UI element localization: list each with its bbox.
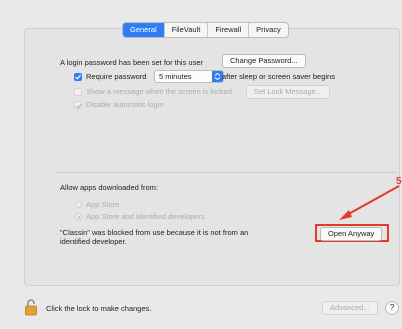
blocked-app-message: "Classin" was blocked from use because i… xyxy=(60,228,249,246)
require-password-suffix: after sleep or screen saver begins xyxy=(222,72,335,81)
tab-privacy[interactable]: Privacy xyxy=(249,23,288,37)
section-divider xyxy=(56,172,396,173)
checkmark-icon xyxy=(75,74,81,80)
show-message-label: Show a message when the screen is locked xyxy=(86,87,232,96)
set-lock-message-button[interactable]: Set Lock Message... xyxy=(246,85,330,99)
show-message-checkbox[interactable] xyxy=(74,88,82,96)
tab-firewall[interactable]: Firewall xyxy=(208,23,250,37)
checkmark-icon xyxy=(76,103,82,109)
require-password-label: Require password xyxy=(86,72,147,81)
open-anyway-button[interactable]: Open Anyway xyxy=(320,227,383,241)
lock-instruction: Click the lock to make changes. xyxy=(46,304,152,313)
advanced-button[interactable]: Advanced... xyxy=(322,301,378,315)
radio-identified-developers[interactable] xyxy=(75,213,82,220)
disable-autologin-checkbox[interactable] xyxy=(74,101,82,109)
tab-bar: General FileVault Firewall Privacy xyxy=(122,22,289,38)
radio-identified-developers-label: App Store and identified developers xyxy=(86,212,205,221)
annotation-step-number: 5 xyxy=(396,176,402,187)
change-password-button[interactable]: Change Password... xyxy=(222,54,306,68)
footer-bar: Click the lock to make changes. Advanced… xyxy=(0,294,402,329)
require-password-checkbox[interactable] xyxy=(74,73,82,81)
lock-icon[interactable] xyxy=(24,298,38,316)
require-password-delay-select[interactable]: 5 minutes xyxy=(154,70,224,83)
login-password-text: A login password has been set for this u… xyxy=(60,58,203,67)
radio-app-store-label: App Store xyxy=(86,200,120,209)
radio-app-store[interactable] xyxy=(75,201,82,208)
tab-filevault[interactable]: FileVault xyxy=(165,23,209,37)
allow-apps-heading: Allow apps downloaded from: xyxy=(60,183,158,192)
disable-autologin-label: Disable automatic login xyxy=(86,100,164,109)
tab-general[interactable]: General xyxy=(123,23,165,37)
require-password-delay-value: 5 minutes xyxy=(159,72,192,81)
annotation-arrow-icon xyxy=(339,185,400,220)
help-button[interactable]: ? xyxy=(385,301,399,315)
